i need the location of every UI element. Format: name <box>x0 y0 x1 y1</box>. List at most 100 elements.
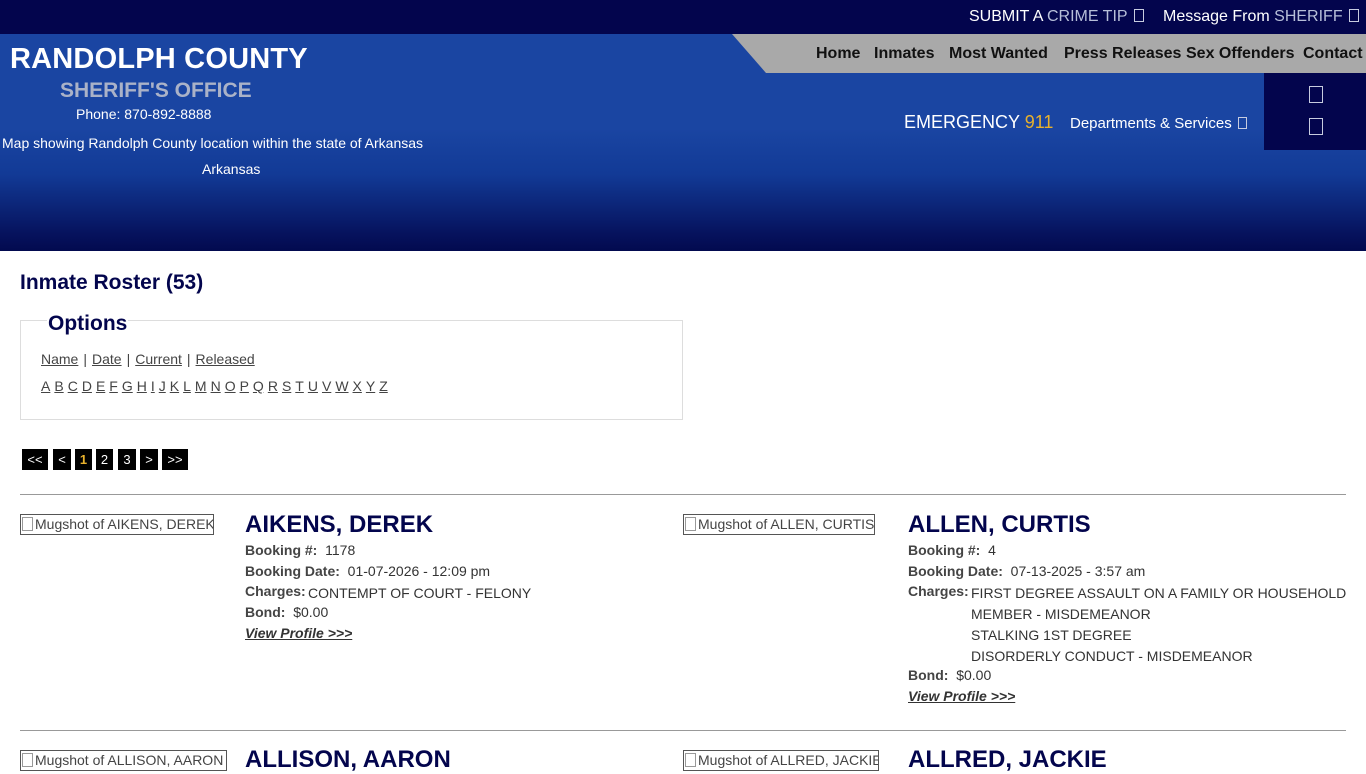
crime-tip-highlight: CRIME TIP <box>1046 8 1128 25</box>
alpha-filter-r[interactable]: R <box>268 378 278 394</box>
bond: Bond: $0.00 <box>908 667 992 683</box>
external-link-icon <box>1133 9 1144 22</box>
charge-line: STALKING 1ST DEGREE <box>971 627 1132 643</box>
alpha-filter-f[interactable]: F <box>109 378 118 394</box>
charge-line: MEMBER - MISDEMEANOR <box>971 606 1151 622</box>
emergency-number: EMERGENCY 911 <box>904 112 1053 133</box>
emergency-label: EMERGENCY <box>904 112 1020 132</box>
alpha-filter-d[interactable]: D <box>82 378 92 394</box>
filter-current[interactable]: Current <box>135 351 182 367</box>
pager-prev[interactable]: < <box>53 449 71 470</box>
nav-sex-offenders[interactable]: Sex Offenders <box>1186 45 1294 63</box>
pager-page-1[interactable]: 1 <box>75 449 92 470</box>
nav-home[interactable]: Home <box>816 45 860 63</box>
booking-number: Booking #: 4 <box>908 542 996 558</box>
separator: | <box>186 351 191 367</box>
alpha-filter-o[interactable]: O <box>225 378 236 394</box>
alpha-filter-j[interactable]: J <box>159 378 166 394</box>
map-alt-text: Map showing Randolph County location wit… <box>2 135 424 151</box>
alpha-filter-s[interactable]: S <box>282 378 291 394</box>
divider <box>20 494 1346 495</box>
sort-by-name[interactable]: Name <box>41 351 78 367</box>
alpha-filter-k[interactable]: K <box>170 378 179 394</box>
alpha-filter-m[interactable]: M <box>195 378 207 394</box>
divider <box>20 730 1346 731</box>
alpha-filter-q[interactable]: Q <box>253 378 264 394</box>
booking-number: Booking #: 1178 <box>245 542 356 558</box>
view-profile-link[interactable]: View Profile >>> <box>245 625 352 641</box>
nav-slant-decoration <box>732 34 766 73</box>
alpha-filter-y[interactable]: Y <box>366 378 375 394</box>
state-map-image: Map showing Randolph County location wit… <box>2 135 423 151</box>
alpha-filter-h[interactable]: H <box>137 378 147 394</box>
pager-next[interactable]: > <box>140 449 158 470</box>
emergency-digits: 911 <box>1024 112 1054 132</box>
pager-first[interactable]: << <box>22 449 48 470</box>
alpha-filter-p[interactable]: P <box>240 378 249 394</box>
alpha-filter-l[interactable]: L <box>183 378 191 394</box>
options-legend: Options <box>47 312 129 336</box>
alpha-filter-c[interactable]: C <box>68 378 78 394</box>
nav-inmates[interactable]: Inmates <box>874 45 934 63</box>
page-title: Inmate Roster (53) <box>20 271 204 294</box>
submit-crime-tip-link[interactable]: SUBMIT A CRIME TIP <box>969 8 1144 26</box>
separator: | <box>126 351 131 367</box>
nav-most-wanted[interactable]: Most Wanted <box>949 45 1048 63</box>
mugshot-alt: Mugshot of ALLISON, AARON <box>35 752 224 768</box>
alpha-filter-b[interactable]: B <box>54 378 63 394</box>
sort-by-date[interactable]: Date <box>92 351 122 367</box>
charge-line: CONTEMPT OF COURT - FELONY <box>308 585 532 601</box>
search-icon[interactable] <box>1309 118 1323 135</box>
top-utility-bar: SUBMIT A CRIME TIP Message From SHERIFF <box>0 0 1366 34</box>
mugshot-alt: Mugshot of ALLRED, JACKIE <box>698 752 879 768</box>
alphabet-filter: ABCDEFGHIJKLMNOPQRSTUVWXYZ <box>41 378 392 394</box>
charge-line: FIRST DEGREE ASSAULT ON A FAMILY OR HOUS… <box>971 585 1347 601</box>
alpha-filter-a[interactable]: A <box>41 378 50 394</box>
sheriff-prefix: Message From <box>1163 8 1270 25</box>
nav-contact[interactable]: Contact <box>1303 45 1363 63</box>
county-title[interactable]: RANDOLPH COUNTY <box>10 43 308 76</box>
mugshot-alt: Mugshot of AIKENS, DEREK <box>35 516 214 532</box>
social-search-box <box>1264 73 1366 150</box>
departments-label: Departments & Services <box>1070 115 1232 132</box>
alpha-filter-t[interactable]: T <box>295 378 304 394</box>
sort-links: Name | Date | Current | Released <box>41 351 255 367</box>
facebook-icon[interactable] <box>1309 86 1323 103</box>
alpha-filter-x[interactable]: X <box>353 378 362 394</box>
alpha-filter-w[interactable]: W <box>335 378 348 394</box>
alpha-filter-z[interactable]: Z <box>379 378 388 394</box>
inmate-name[interactable]: ALLRED, JACKIE <box>908 746 1107 774</box>
mugshot-alt: Mugshot of ALLEN, CURTIS <box>698 516 875 532</box>
inmate-name[interactable]: AIKENS, DEREK <box>245 511 433 539</box>
alpha-filter-n[interactable]: N <box>211 378 221 394</box>
inmate-name[interactable]: ALLISON, AARON <box>245 746 451 774</box>
inmate-name[interactable]: ALLEN, CURTIS <box>908 511 1091 539</box>
mugshot-image[interactable]: Mugshot of ALLEN, CURTIS <box>683 514 875 535</box>
alpha-filter-u[interactable]: U <box>308 378 318 394</box>
filter-released[interactable]: Released <box>196 351 255 367</box>
alpha-filter-e[interactable]: E <box>96 378 105 394</box>
external-link-icon <box>1348 9 1359 22</box>
chevron-down-icon <box>1237 117 1247 129</box>
pager-page-3[interactable]: 3 <box>118 449 136 470</box>
nav-press-releases[interactable]: Press Releases <box>1064 45 1181 63</box>
office-title[interactable]: SHERIFF'S OFFICE <box>60 79 252 103</box>
alpha-filter-v[interactable]: V <box>322 378 331 394</box>
sheriff-highlight: SHERIFF <box>1274 8 1343 25</box>
charge-line: DISORDERLY CONDUCT - MISDEMEANOR <box>971 648 1253 664</box>
phone-number: Phone: 870-892-8888 <box>76 106 212 122</box>
alpha-filter-i[interactable]: I <box>151 378 155 394</box>
pager-page-2[interactable]: 2 <box>96 449 113 470</box>
view-profile-link[interactable]: View Profile >>> <box>908 688 1015 704</box>
mugshot-image[interactable]: Mugshot of AIKENS, DEREK <box>20 514 214 535</box>
site-header: RANDOLPH COUNTY SHERIFF'S OFFICE Phone: … <box>0 34 1366 251</box>
separator: | <box>83 351 87 367</box>
state-label: Arkansas <box>202 161 261 177</box>
departments-services-link[interactable]: Departments & Services <box>1070 115 1247 132</box>
alpha-filter-g[interactable]: G <box>122 378 133 394</box>
pager-last[interactable]: >> <box>162 449 188 470</box>
message-from-sheriff-link[interactable]: Message From SHERIFF <box>1163 8 1359 26</box>
main-nav: Home Inmates Most Wanted Press Releases … <box>766 34 1366 73</box>
booking-date: Booking Date: 01-07-2026 - 12:09 pm <box>245 563 491 579</box>
bond: Bond: $0.00 <box>245 604 329 620</box>
